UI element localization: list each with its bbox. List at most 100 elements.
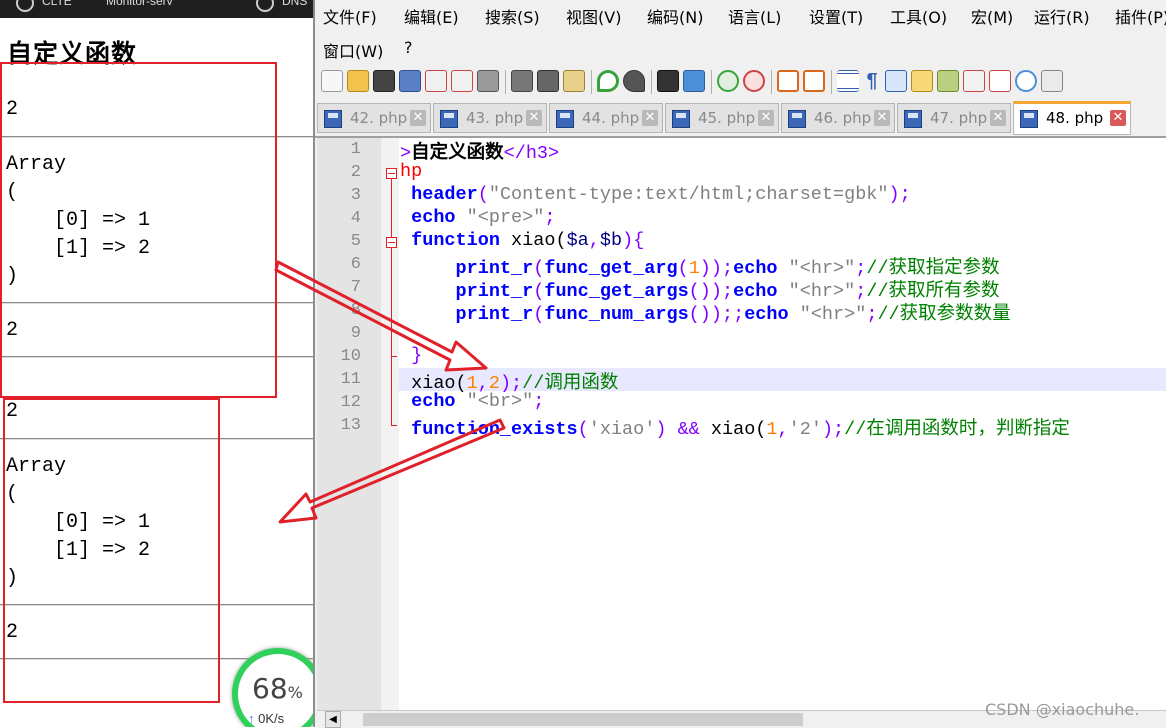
macro-record-icon[interactable] (1041, 70, 1063, 92)
tab-47-php[interactable]: 47. php ✕ (897, 103, 1011, 133)
code-line-5: function xiao($a,$b){ (411, 230, 645, 251)
menu-settings[interactable]: 设置(T) (809, 4, 863, 28)
line-number: 4 (350, 209, 361, 228)
scroll-left-icon[interactable]: ◀ (325, 711, 341, 728)
bookmark-item[interactable]: CLTE (42, 0, 72, 8)
new-file-icon[interactable] (321, 70, 343, 92)
save-all-icon[interactable] (399, 70, 421, 92)
menu-file[interactable]: 文件(F) (323, 4, 377, 28)
code-line-2: hp (400, 161, 423, 182)
menu-macro[interactable]: 宏(M) (971, 4, 1013, 28)
menu-search[interactable]: 搜索(S) (485, 4, 540, 28)
code-line-4: echo "<pre>"; (411, 207, 556, 228)
scrollbar-thumb[interactable] (363, 713, 803, 726)
fold-toggle-icon[interactable] (386, 237, 397, 248)
globe-icon (16, 0, 34, 12)
upload-arrow-icon: ↑ (248, 711, 255, 726)
function-list-icon[interactable] (937, 70, 959, 92)
close-tab-icon[interactable]: ✕ (526, 110, 542, 126)
line-number: 6 (350, 255, 361, 274)
browser-page: CLTE Monitor-serv DNS 自定义函数 2 Array ( [0… (0, 0, 313, 727)
monitoring-icon[interactable] (989, 70, 1011, 92)
close-tab-icon[interactable]: ✕ (410, 110, 426, 126)
saved-file-icon (788, 110, 806, 128)
undo-icon[interactable] (597, 70, 619, 92)
sync-vertical-icon[interactable] (777, 70, 799, 92)
menu-run[interactable]: 运行(R) (1034, 4, 1090, 28)
menu-language[interactable]: 语言(L) (728, 4, 781, 28)
cut-icon[interactable] (511, 70, 533, 92)
saved-file-icon (556, 110, 574, 128)
menu-help[interactable]: ? (404, 38, 413, 57)
line-number: 3 (350, 186, 361, 205)
code-line-8: print_r(func_num_args());;echo "<hr>";//… (455, 304, 1011, 325)
redo-icon[interactable] (623, 70, 645, 92)
close-tab-icon[interactable]: ✕ (874, 110, 890, 126)
file-tab-bar: 42. php ✕ 43. php ✕ 44. php ✕ 45. php ✕ … (315, 100, 1166, 138)
indent-guide-icon[interactable] (885, 70, 907, 92)
line-number: 11 (340, 370, 361, 389)
code-editor-window: 文件(F) 编辑(E) 搜索(S) 视图(V) 编码(N) 语言(L) 设置(T… (313, 0, 1166, 728)
code-line-13: function_exists('xiao') && xiao(1,'2');/… (411, 419, 1070, 440)
line-number: 2 (350, 163, 361, 182)
tab-48-php-active[interactable]: 48. php ✕ (1013, 101, 1131, 135)
zoom-out-icon[interactable] (743, 70, 765, 92)
close-all-icon[interactable] (451, 70, 473, 92)
replace-icon[interactable] (683, 70, 705, 92)
percent-unit: % (287, 683, 303, 702)
eye-icon[interactable] (1015, 70, 1037, 92)
bookmark-item[interactable]: DNS (282, 0, 307, 8)
folder-as-workspace-icon[interactable] (963, 70, 985, 92)
line-number: 12 (340, 393, 361, 412)
sync-horizontal-icon[interactable] (803, 70, 825, 92)
close-tab-icon[interactable]: ✕ (1110, 110, 1126, 126)
toolbar: ¶ (315, 66, 1166, 98)
line-number: 1 (350, 140, 361, 159)
code-area[interactable]: 1 2 3 4 5 6 7 8 9 10 11 12 13 >自定义函数</h3… (317, 138, 1166, 710)
menu-edit[interactable]: 编辑(E) (404, 4, 459, 28)
word-wrap-icon[interactable] (837, 70, 859, 92)
line-number: 13 (340, 416, 361, 435)
menu-view[interactable]: 视图(V) (566, 4, 621, 28)
open-file-icon[interactable] (347, 70, 369, 92)
close-tab-icon[interactable]: ✕ (642, 110, 658, 126)
print-icon[interactable] (477, 70, 499, 92)
code-line-10: } (411, 345, 423, 366)
network-speed: 0K/s (258, 711, 285, 726)
close-tab-icon[interactable]: ✕ (990, 110, 1006, 126)
save-icon[interactable] (373, 70, 395, 92)
tab-46-php[interactable]: 46. php ✕ (781, 103, 895, 133)
menu-tools[interactable]: 工具(O) (890, 4, 947, 28)
menu-plugins[interactable]: 插件(P) (1115, 4, 1166, 28)
watermark: CSDN @xiaochuhe. (985, 700, 1140, 719)
zoom-in-icon[interactable] (717, 70, 739, 92)
network-percent: 68 (252, 672, 288, 705)
find-icon[interactable] (657, 70, 679, 92)
tab-44-php[interactable]: 44. php ✕ (549, 103, 663, 133)
saved-file-icon (440, 110, 458, 128)
paste-icon[interactable] (563, 70, 585, 92)
annotation-box-bottom (3, 398, 220, 703)
show-all-chars-icon[interactable]: ¶ (861, 70, 883, 92)
globe-icon (256, 0, 274, 12)
browser-bookmarks-bar: CLTE Monitor-serv DNS (0, 0, 313, 18)
unsaved-file-icon (1020, 110, 1038, 128)
bookmark-item[interactable]: Monitor-serv (106, 0, 173, 8)
menu-encoding[interactable]: 编码(N) (647, 4, 703, 28)
menu-window[interactable]: 窗口(W) (323, 38, 383, 62)
code-line-3: header("Content-type:text/html;charset=g… (411, 184, 911, 205)
line-number: 10 (340, 347, 361, 366)
code-line-12: echo "<br>"; (411, 391, 545, 412)
copy-icon[interactable] (537, 70, 559, 92)
fold-margin (381, 138, 399, 710)
annotation-box-top (0, 62, 277, 398)
tab-42-php[interactable]: 42. php ✕ (317, 103, 431, 133)
line-number: 5 (350, 232, 361, 251)
tab-43-php[interactable]: 43. php ✕ (433, 103, 547, 133)
close-tab-icon[interactable]: ✕ (758, 110, 774, 126)
menu-bar: 文件(F) 编辑(E) 搜索(S) 视图(V) 编码(N) 语言(L) 设置(T… (315, 0, 1166, 66)
tab-45-php[interactable]: 45. php ✕ (665, 103, 779, 133)
close-icon[interactable] (425, 70, 447, 92)
fold-toggle-icon[interactable] (386, 168, 397, 179)
document-map-icon[interactable] (911, 70, 933, 92)
